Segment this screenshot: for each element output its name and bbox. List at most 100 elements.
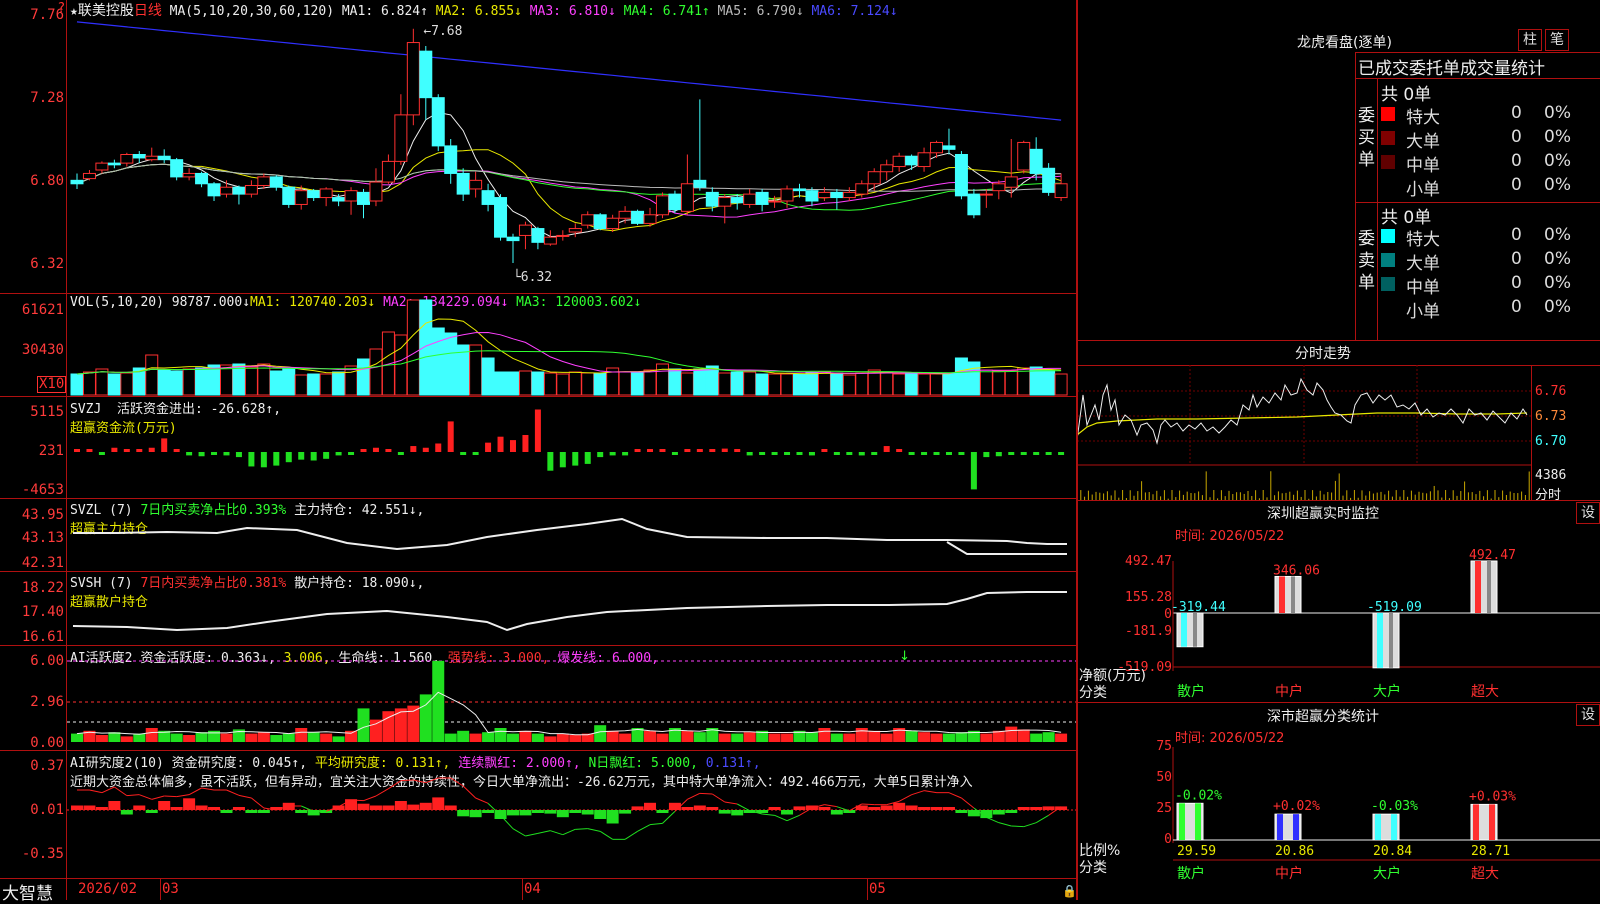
fund-flow-bar — [597, 452, 604, 458]
fund-flow-bar — [671, 452, 678, 455]
classify-bar — [1176, 802, 1204, 841]
color-swatch — [1381, 107, 1395, 121]
main-holding-line[interactable] — [67, 499, 1076, 571]
research-line — [687, 792, 701, 800]
research-bar — [619, 810, 632, 814]
research-bar — [594, 810, 607, 819]
candle — [269, 176, 283, 188]
color-swatch — [1381, 277, 1395, 291]
fund-flow-bar — [958, 452, 965, 455]
volume-bar — [244, 366, 258, 396]
candle — [668, 193, 682, 211]
activity-bar — [743, 732, 756, 742]
intraday-panel[interactable]: 分时走势 6.76 6.73 6.70 4386 分时 — [1077, 341, 1600, 503]
volume-bar — [967, 361, 981, 396]
fund-flow-bar — [223, 452, 230, 456]
research-bar — [942, 807, 955, 810]
research-line — [998, 822, 1012, 827]
candle — [518, 224, 532, 236]
candle — [768, 200, 782, 203]
research-line — [624, 830, 638, 840]
activity-bar — [606, 730, 619, 742]
candle — [257, 176, 271, 186]
high-price-mark: ←7.68 — [423, 24, 462, 39]
research-bar — [133, 805, 146, 810]
monitor-bar-chart[interactable]: -319.44 散户 346.06 中户 -519.09 大户 492.47 超大 — [1077, 501, 1600, 702]
research-bar — [893, 802, 906, 810]
volume-bar — [905, 373, 919, 396]
research-bar — [544, 810, 557, 814]
fund-flow-bar — [858, 452, 865, 456]
ai-research-chart[interactable] — [67, 751, 1076, 878]
candle — [182, 172, 196, 178]
candle — [556, 234, 570, 237]
retail-holding-line[interactable] — [67, 572, 1076, 645]
fund-flow-bar — [808, 452, 815, 456]
research-line — [164, 795, 177, 798]
activity-bar — [868, 730, 881, 742]
activity-bar — [345, 730, 358, 742]
fund-flow-bar — [522, 435, 529, 452]
research-line — [251, 797, 265, 809]
fund-flow-bar — [746, 452, 753, 456]
date-tick — [522, 878, 523, 900]
volume-bar — [593, 372, 607, 396]
bar-mode-button[interactable]: 柱 — [1518, 29, 1542, 51]
candle — [543, 236, 557, 245]
research-bar — [245, 810, 258, 813]
order-size-row: 大单 0 0% — [1381, 127, 1571, 152]
candlestick-chart[interactable]: ←7.68 └6.32 — [67, 0, 1076, 293]
research-bar — [793, 806, 806, 810]
research-bar — [183, 798, 196, 810]
fund-flow-chart[interactable] — [67, 397, 1076, 498]
activity-bar — [805, 732, 818, 742]
activity-bar — [270, 735, 283, 742]
fund-flow-bar — [98, 452, 105, 455]
volume-bar — [1017, 367, 1031, 396]
research-bar — [918, 807, 931, 810]
chart-area[interactable]: ★联美控股日线 MA(5,10,20,30,60,120) MA1: 6.824… — [0, 0, 1077, 904]
candle — [867, 171, 881, 185]
brand-logo[interactable]: 大智慧 — [2, 879, 53, 904]
activity-bar — [644, 730, 657, 742]
order-percent: 0% — [1544, 273, 1571, 293]
research-line — [101, 786, 115, 794]
research-bar — [506, 810, 519, 816]
candle — [294, 190, 308, 205]
research-bar — [718, 810, 731, 814]
volume-bar — [805, 372, 819, 396]
research-bar — [668, 802, 681, 810]
activity-bar — [693, 732, 706, 742]
lock-icon[interactable]: 🔒 — [1062, 884, 1077, 898]
brush-mode-button[interactable]: 笔 — [1545, 29, 1569, 51]
research-line — [388, 780, 402, 790]
fund-flow-bar — [1008, 452, 1015, 455]
research-bar — [1030, 807, 1043, 810]
classify-bar-chart[interactable]: -0.02% 29.59 散户 +0.02% 20.86 中户 -0.03% 20.84 大户 +… — [1077, 703, 1600, 900]
svsh-y-label: 16.61 — [21, 629, 64, 645]
research-bar — [868, 807, 881, 810]
activity-bar — [95, 735, 108, 742]
candle — [456, 172, 470, 195]
research-line — [188, 787, 202, 796]
fund-flow-bar — [846, 452, 853, 455]
candle — [170, 159, 184, 178]
monitor-bar — [1176, 612, 1204, 648]
volume-chart[interactable] — [67, 294, 1076, 396]
volume-bar — [518, 370, 532, 396]
candle — [369, 181, 383, 202]
fund-flow-bar — [609, 452, 616, 456]
research-bar — [232, 807, 245, 810]
volume-bar — [494, 371, 508, 396]
volume-bar — [693, 368, 707, 396]
research-bar — [905, 805, 918, 810]
fund-flow-bar — [74, 449, 80, 452]
candle — [481, 190, 495, 205]
ai-active-chart[interactable]: ↓ — [67, 646, 1076, 750]
dragon-header: 已成交委托单成交量统计 — [1358, 59, 1545, 79]
research-line — [762, 813, 775, 816]
monitor-value-label: -319.44 — [1171, 600, 1226, 615]
order-size-name: 中单 — [1406, 156, 1440, 176]
monitor-value-label: 346.06 — [1273, 563, 1320, 578]
intraday-chart[interactable] — [1077, 365, 1531, 500]
